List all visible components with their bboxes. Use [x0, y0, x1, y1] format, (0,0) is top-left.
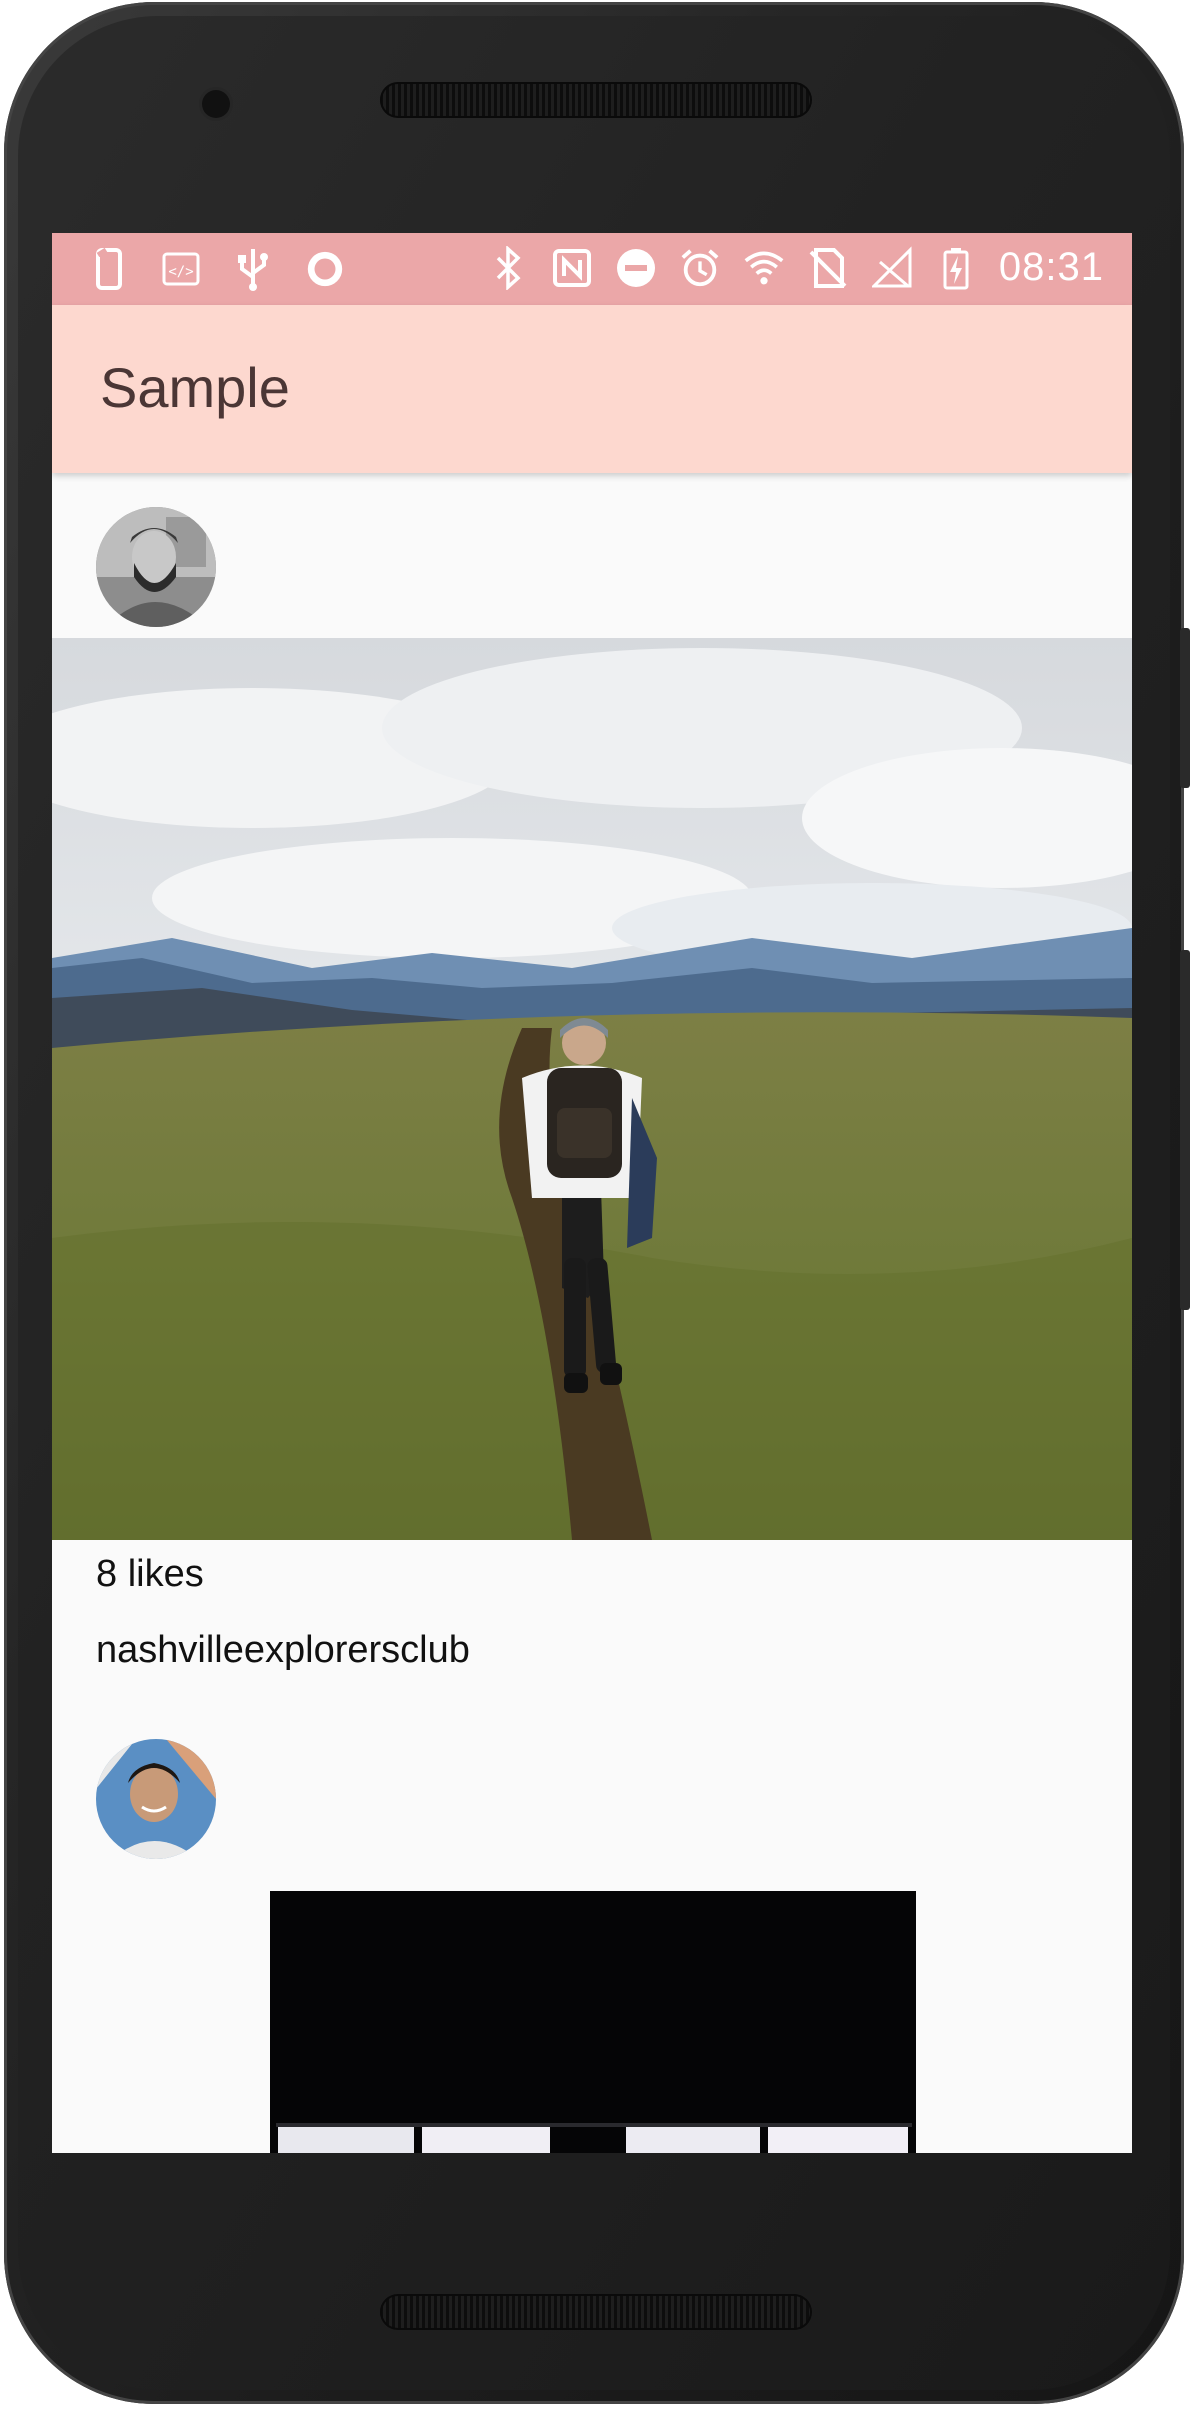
usb-icon	[232, 247, 274, 291]
clock-time: 08:31	[998, 245, 1104, 289]
code-icon: </>	[160, 247, 202, 291]
avatar[interactable]	[96, 507, 216, 627]
record-icon	[304, 247, 346, 291]
signal-icon	[871, 245, 913, 290]
bluetooth-icon	[487, 245, 529, 290]
power-button[interactable]	[1180, 628, 1190, 788]
status-bar: </> 08:31	[52, 233, 1132, 305]
bottom-speaker-grille	[380, 2294, 812, 2330]
alarm-icon	[679, 246, 721, 290]
post-header	[52, 1723, 1132, 1883]
nfc-icon	[551, 246, 593, 290]
post-photo[interactable]	[52, 638, 1132, 1540]
post-header	[52, 473, 1132, 633]
wifi-icon	[743, 246, 785, 290]
do-not-disturb-icon	[615, 246, 657, 290]
screen-rotation-icon	[88, 247, 130, 291]
battery-charging-icon	[935, 246, 977, 290]
front-camera	[202, 90, 230, 118]
app-title: Sample	[100, 356, 290, 419]
post-username[interactable]: nashvilleexplorersclub	[96, 1629, 470, 1672]
svg-text:</>: </>	[168, 264, 193, 280]
volume-rocker[interactable]	[1180, 950, 1190, 1310]
avatar[interactable]	[96, 1739, 216, 1859]
likes-count: 8 likes	[96, 1553, 204, 1595]
no-sim-icon	[807, 246, 849, 290]
top-speaker-grille	[380, 82, 812, 118]
app-bar: Sample	[52, 305, 1132, 473]
screen: </> 08:31 Sample 8 likes nashvilleexplor…	[52, 233, 1132, 2153]
post-photo[interactable]	[270, 1891, 916, 2153]
